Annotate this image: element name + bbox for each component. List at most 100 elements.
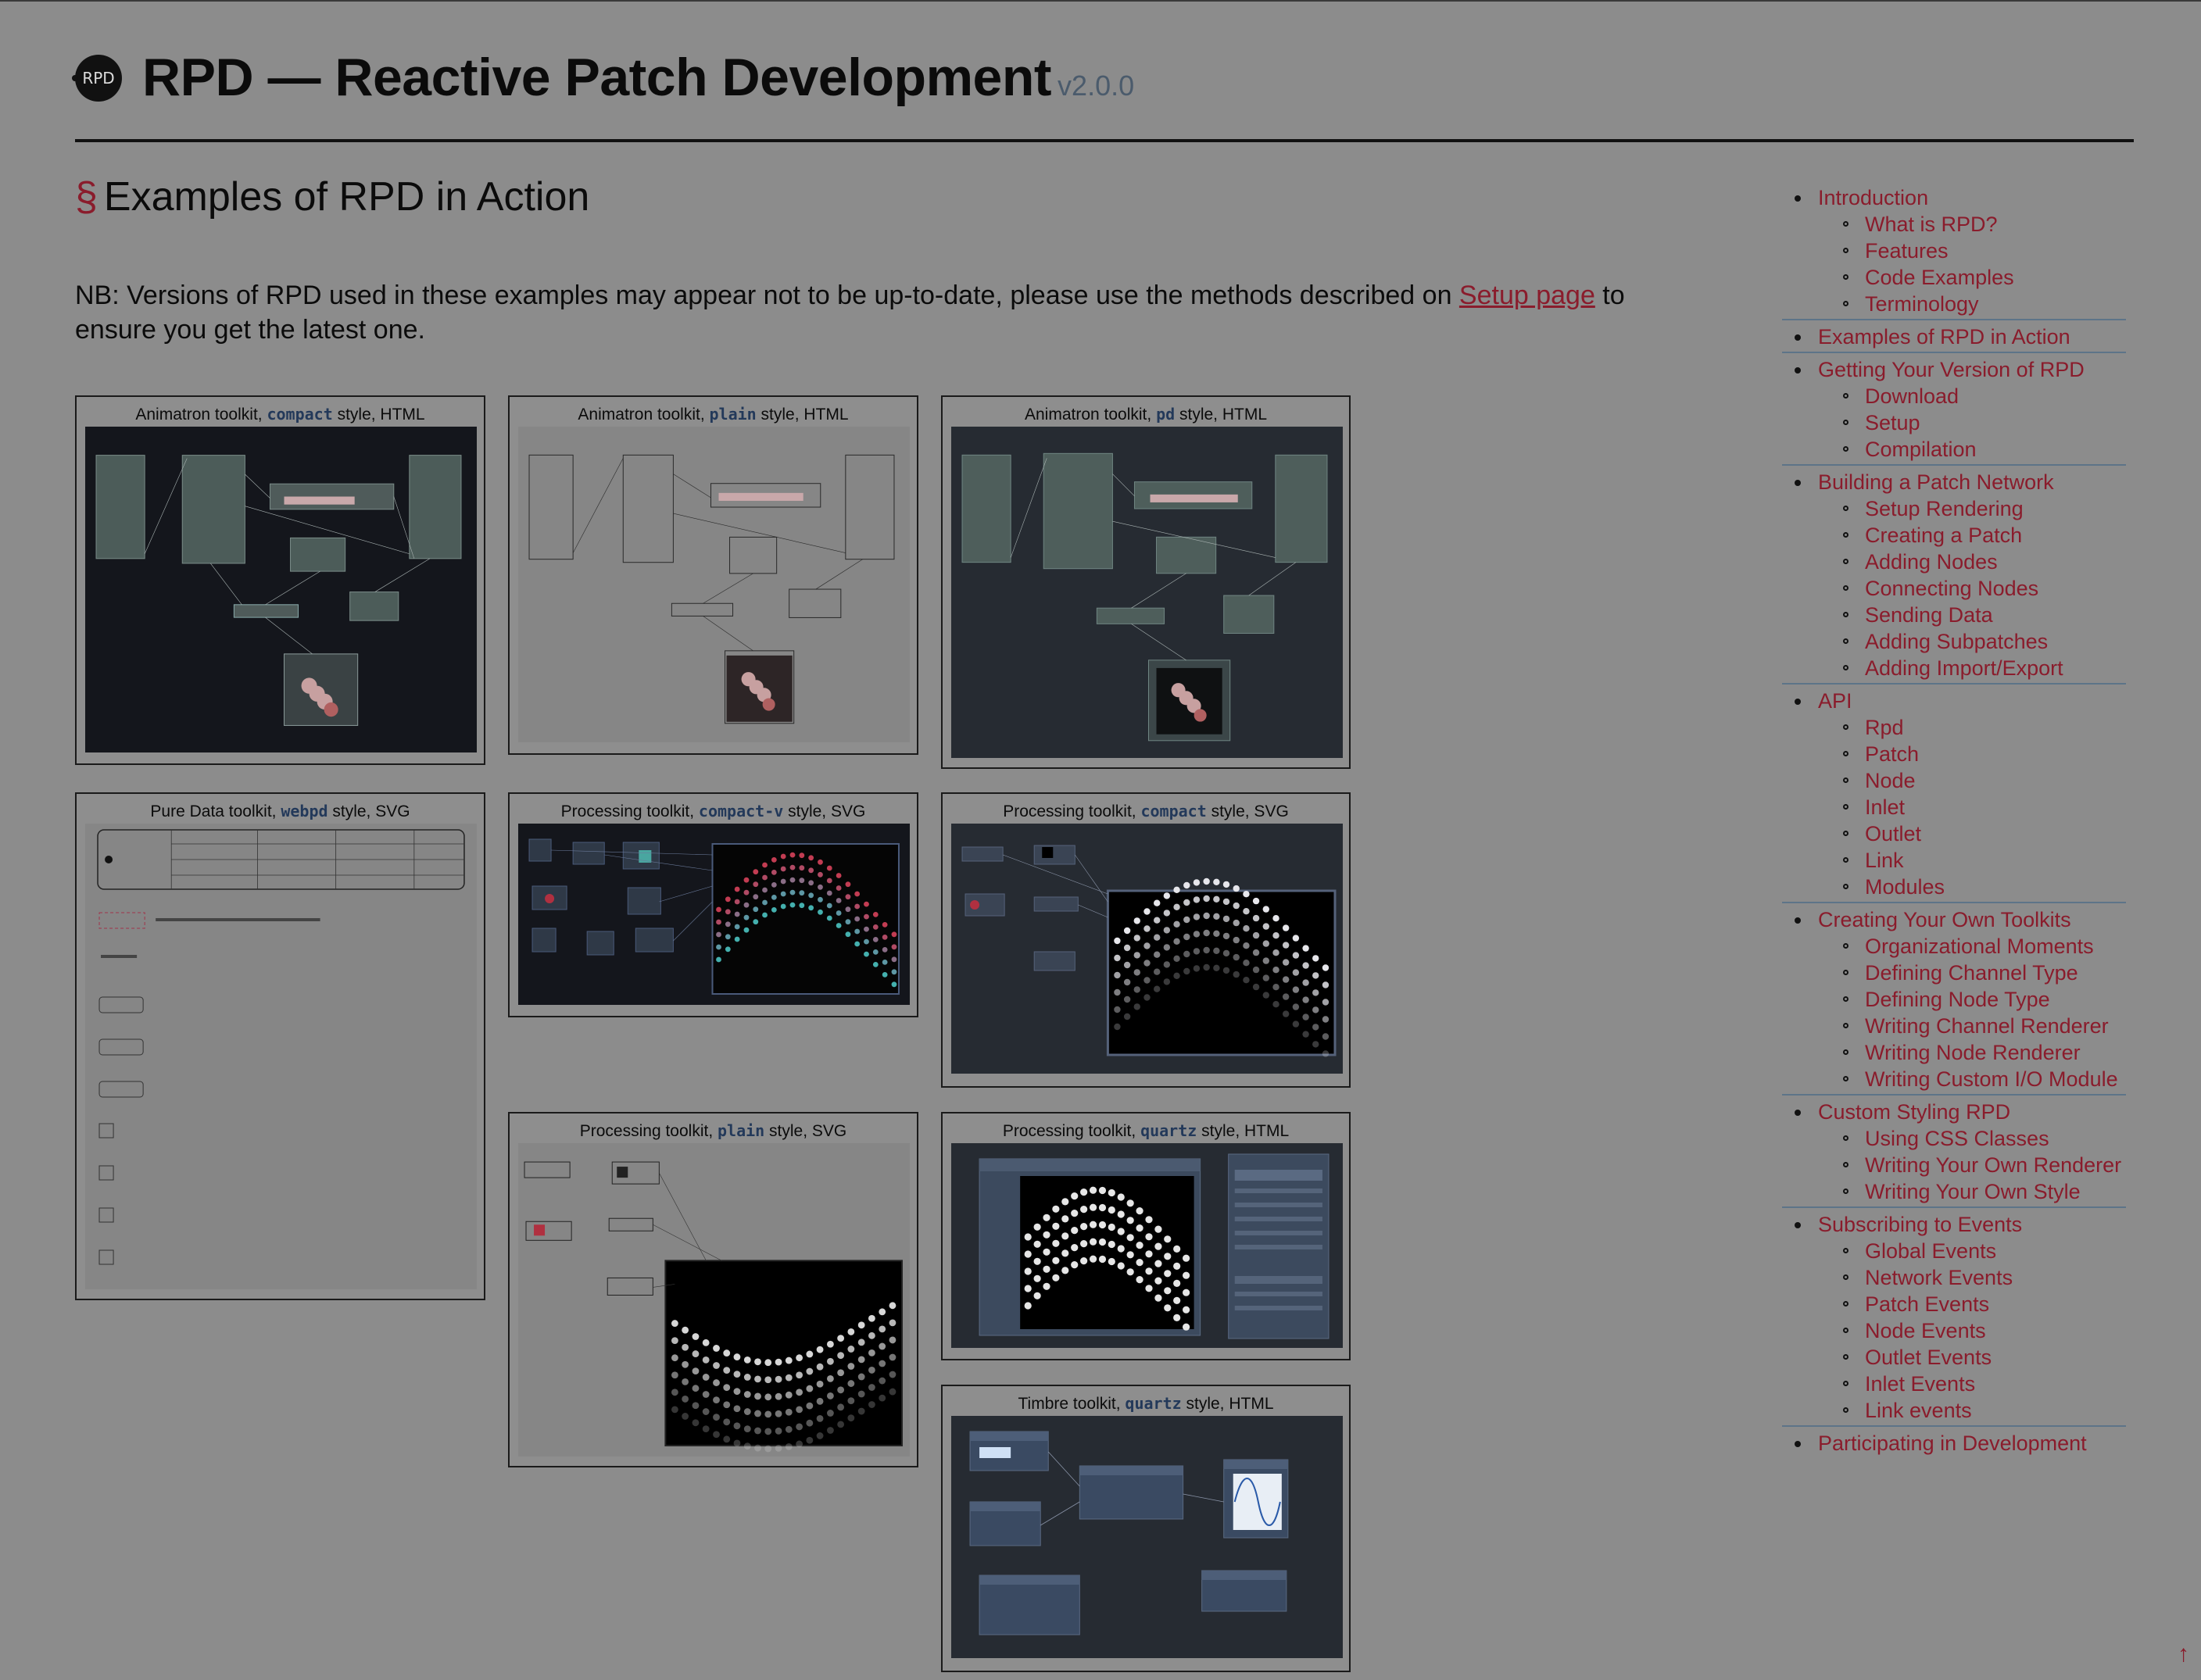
toc-sublink[interactable]: Setup	[1782, 409, 2126, 436]
example-card[interactable]: Processing toolkit, plain style, SVG	[508, 1112, 918, 1467]
preview-dot	[1117, 1193, 1125, 1201]
preview-dot	[716, 919, 721, 925]
preview-dot	[789, 902, 796, 908]
toc-sublink[interactable]: Writing Channel Renderer	[1782, 1013, 2126, 1039]
preview-dot	[1233, 953, 1240, 961]
toc-sublink[interactable]: Patch	[1782, 741, 2126, 767]
preview-dot	[882, 960, 888, 965]
preview-dot	[775, 1410, 782, 1417]
toc-sublink[interactable]: Writing Your Own Style	[1782, 1178, 2126, 1205]
preview-dot	[1243, 925, 1250, 932]
example-card[interactable]: Pure Data toolkit, webpd style, SVG	[75, 792, 485, 1300]
preview-dot	[1213, 930, 1220, 937]
preview-dot	[713, 1379, 720, 1386]
toc-link[interactable]: Getting Your Version of RPD	[1782, 356, 2126, 383]
toc-sublink[interactable]: Outlet	[1782, 820, 2126, 847]
example-caption: Processing toolkit, plain style, SVG	[579, 1121, 847, 1140]
toc-sublink[interactable]: Code Examples	[1782, 264, 2126, 291]
preview-dot	[1143, 908, 1151, 915]
toc-sublink[interactable]: Modules	[1782, 874, 2126, 900]
preview-dot	[1222, 949, 1230, 957]
toc-link[interactable]: Building a Patch Network	[1782, 469, 2126, 495]
preview-dot	[1143, 977, 1151, 984]
example-card[interactable]: Processing toolkit, compact-v style, SVG	[508, 792, 918, 1017]
preview-dot	[780, 878, 786, 885]
toc-sublink[interactable]: Outlet Events	[1782, 1344, 2126, 1371]
toc-sublink[interactable]: What is RPD?	[1782, 211, 2126, 238]
toc-link[interactable]: Custom Styling RPD	[1782, 1099, 2126, 1125]
preview-dot	[753, 919, 759, 925]
toc-sublink[interactable]: Writing Your Own Renderer	[1782, 1152, 2126, 1178]
toc-sublink[interactable]: Download	[1782, 383, 2126, 409]
toc-sublink[interactable]: Writing Custom I/O Module	[1782, 1066, 2126, 1092]
setup-page-link[interactable]: Setup page	[1459, 281, 1595, 310]
preview-dot	[1089, 1203, 1097, 1211]
toc-link[interactable]: Participating in Development	[1782, 1430, 2126, 1457]
toc-sublink[interactable]: Node Events	[1782, 1317, 2126, 1344]
preview-dot	[764, 1428, 772, 1435]
preview-dot	[1272, 915, 1279, 922]
section-anchor-icon[interactable]: §	[75, 174, 98, 220]
preview-dot	[723, 1384, 731, 1392]
preview-dot	[1243, 908, 1250, 915]
toc-sublink[interactable]: Organizational Moments	[1782, 933, 2126, 960]
toc-sublink[interactable]: Link events	[1782, 1397, 2126, 1424]
toc-sublink[interactable]: Sending Data	[1782, 602, 2126, 628]
toc-sublink[interactable]: Node	[1782, 767, 2126, 794]
toc-sublink[interactable]: Rpd	[1782, 714, 2126, 741]
toc-sublink[interactable]: Adding Nodes	[1782, 549, 2126, 575]
toc-sublink[interactable]: Writing Node Renderer	[1782, 1039, 2126, 1066]
toc-sublink[interactable]: Defining Channel Type	[1782, 960, 2126, 986]
toc-group: Introduction What is RPD? Features Code Exa…	[1782, 181, 2126, 320]
toc-sublink[interactable]: Compilation	[1782, 436, 2126, 463]
example-card[interactable]: Processing toolkit, quartz style, HTML	[941, 1112, 1351, 1360]
toc-sublink[interactable]: Setup Rendering	[1782, 495, 2126, 522]
toc-link[interactable]: API	[1782, 688, 2126, 714]
toc-link[interactable]: Creating Your Own Toolkits	[1782, 906, 2126, 933]
toc-group: Getting Your Version of RPD Download Setup…	[1782, 353, 2126, 466]
preview-dot	[743, 1391, 751, 1398]
rpd-logo[interactable]: RPD	[72, 55, 122, 102]
preview-dot	[743, 1356, 751, 1364]
preview-dot	[847, 1363, 855, 1370]
toc-sublink[interactable]: Network Events	[1782, 1264, 2126, 1291]
preview-dot	[868, 1331, 875, 1339]
back-to-top-icon[interactable]: ↑	[2178, 1641, 2189, 1667]
preview-dot	[1164, 1270, 1172, 1278]
preview-dot	[1033, 1274, 1041, 1282]
preview-dot	[1052, 1239, 1060, 1247]
preview-dot	[1089, 1255, 1097, 1263]
toc-sublink[interactable]: Defining Node Type	[1782, 986, 2126, 1013]
toc-sublink[interactable]: Inlet Events	[1782, 1371, 2126, 1397]
toc-link[interactable]: Subscribing to Events	[1782, 1211, 2126, 1238]
preview-dot	[818, 871, 823, 878]
toc-link[interactable]: Examples of RPD in Action	[1782, 323, 2126, 350]
toc-sublink[interactable]: Adding Subpatches	[1782, 628, 2126, 655]
toc-sublink[interactable]: Link	[1782, 847, 2126, 874]
preview-dot	[671, 1320, 678, 1327]
preview-dot	[1136, 1242, 1143, 1249]
toc-sublink[interactable]: Inlet	[1782, 794, 2126, 820]
preview-dot	[1108, 1257, 1115, 1266]
example-card[interactable]: Animatron toolkit, compact style, HTML	[75, 395, 485, 765]
toc-link[interactable]: Introduction	[1782, 184, 2126, 211]
example-card[interactable]: Animatron toolkit, pd style, HTML	[941, 395, 1351, 769]
preview-dot	[857, 1339, 865, 1346]
preview-dot	[889, 1353, 897, 1361]
preview-dot	[808, 855, 814, 861]
toc-sublink[interactable]: Terminology	[1782, 291, 2126, 317]
toc-sublink[interactable]: Using CSS Classes	[1782, 1125, 2126, 1152]
preview-dot	[806, 1402, 814, 1410]
preview-dot	[1292, 935, 1300, 942]
toc-sublink[interactable]: Patch Events	[1782, 1291, 2126, 1317]
toc-sublink[interactable]: Connecting Nodes	[1782, 575, 2126, 602]
toc-sublink[interactable]: Adding Import/Export	[1782, 655, 2126, 681]
preview-dot	[734, 924, 740, 930]
toc-sublink[interactable]: Global Events	[1782, 1238, 2126, 1264]
example-card[interactable]: Processing toolkit, compact style, SVG	[941, 792, 1351, 1088]
toc-sublink[interactable]: Creating a Patch	[1782, 522, 2126, 549]
page-title: RPD — Reactive Patch Development v2.0.0	[142, 47, 1134, 108]
toc-sublink[interactable]: Features	[1782, 238, 2126, 264]
example-card[interactable]: Timbre toolkit, quartz style, HTML	[941, 1385, 1351, 1672]
example-card[interactable]: Animatron toolkit, plain style, HTML	[508, 395, 918, 755]
